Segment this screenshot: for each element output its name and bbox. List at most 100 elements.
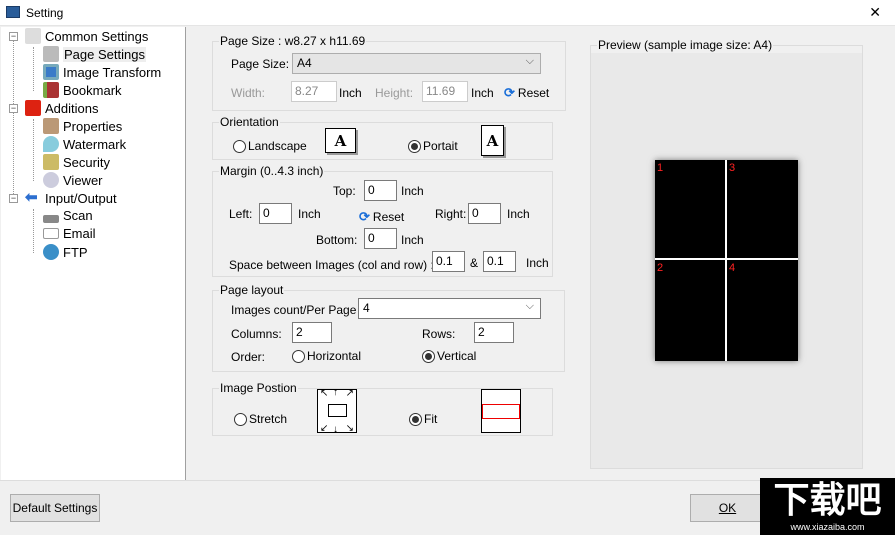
- globe-icon: [43, 244, 59, 260]
- tree-item-properties[interactable]: Properties: [43, 118, 122, 134]
- window-title: Setting: [26, 6, 64, 20]
- tree-item-watermark[interactable]: Watermark: [43, 136, 126, 152]
- rows-input[interactable]: 2: [474, 322, 514, 343]
- watermark-logo: 下载吧 www.xiazaiba.com: [760, 478, 895, 535]
- tree-item-page-settings[interactable]: Page Settings: [43, 46, 146, 62]
- bottom-label: Bottom:: [316, 233, 358, 247]
- page-size-label: Page Size:: [231, 57, 290, 71]
- magnifier-icon: [43, 172, 59, 188]
- stretch-diagram-icon: ↖ ↗ ↙ ↘ ↑ ↓: [317, 387, 357, 435]
- radio-circle: [408, 139, 421, 153]
- left-label: Left:: [229, 207, 253, 221]
- properties-icon: [43, 118, 59, 134]
- unit-label: Inch: [401, 184, 424, 198]
- book-icon: [43, 82, 59, 98]
- space-row-input[interactable]: 0.1: [483, 251, 516, 272]
- selected-value: A4: [297, 56, 312, 70]
- close-button[interactable]: ✕: [869, 4, 881, 21]
- refresh-icon: ⟳: [359, 209, 370, 224]
- page-size-select[interactable]: A4 ⌵: [292, 53, 541, 74]
- tree-item-input-output[interactable]: ⬅ Input/Output: [25, 190, 117, 206]
- margin-top-input[interactable]: 0: [364, 180, 397, 201]
- arrow-left-icon: ⬅: [25, 189, 38, 206]
- image-transform-icon: [43, 64, 59, 80]
- unit-label: Inch: [339, 86, 362, 100]
- group-legend: Page Size : w8.27 x h11.69: [219, 34, 367, 48]
- portrait-radio[interactable]: Portait: [408, 139, 458, 153]
- tree-item-scan[interactable]: Scan: [43, 208, 93, 223]
- chevron-down-icon: ⌵: [525, 300, 534, 312]
- vertical-radio[interactable]: Vertical: [422, 349, 476, 363]
- portrait-page-icon: A: [481, 125, 504, 156]
- group-legend: Preview (sample image size: A4): [597, 38, 774, 52]
- envelope-icon: [43, 228, 59, 239]
- margin-bottom-input[interactable]: 0: [364, 228, 397, 249]
- stretch-radio[interactable]: Stretch: [234, 412, 287, 426]
- lock-icon: [43, 154, 59, 170]
- horizontal-radio[interactable]: Horizontal: [292, 349, 361, 363]
- margin-reset-button[interactable]: ⟳ Reset: [359, 209, 404, 225]
- margin-right-input[interactable]: 0: [468, 203, 501, 224]
- default-settings-button[interactable]: Default Settings: [10, 494, 100, 522]
- tree-item-email[interactable]: Email: [43, 226, 96, 241]
- space-col-input[interactable]: 0.1: [432, 251, 465, 272]
- unit-label: Inch: [298, 207, 321, 221]
- fit-radio[interactable]: Fit: [409, 412, 437, 426]
- height-label: Height:: [375, 86, 414, 100]
- radio-circle: [422, 349, 435, 363]
- tree-item-security[interactable]: Security: [43, 154, 110, 170]
- columns-input[interactable]: 2: [292, 322, 332, 343]
- radio-circle: [233, 139, 246, 153]
- right-label: Right:: [435, 207, 467, 221]
- cell-number: 4: [729, 262, 736, 274]
- tree-item-additions[interactable]: Additions: [25, 100, 98, 116]
- tree-item-image-transform[interactable]: Image Transform: [43, 64, 161, 80]
- top-label: Top:: [333, 184, 356, 198]
- title-bar: Setting ✕: [0, 0, 895, 26]
- group-legend: Image Postion: [219, 381, 298, 395]
- group-legend: Orientation: [219, 115, 280, 129]
- watermark-drop-icon: [43, 136, 59, 152]
- settings-tree: − Common Settings Page Settings Image Tr…: [1, 27, 186, 480]
- rows-label: Rows:: [422, 327, 456, 341]
- images-count-select[interactable]: 4 ⌵: [358, 298, 541, 319]
- collapse-toggle[interactable]: −: [9, 194, 18, 203]
- cell-number: 2: [657, 262, 664, 274]
- tree-item-common-settings[interactable]: Common Settings: [25, 28, 148, 44]
- page-size-reset-button[interactable]: ⟳ Reset: [504, 85, 549, 101]
- unit-label: Inch: [507, 207, 530, 221]
- ampersand: &: [470, 256, 479, 270]
- preview-area: 1 3 2 4: [591, 53, 862, 468]
- tree-item-ftp[interactable]: FTP: [43, 244, 88, 260]
- collapse-toggle[interactable]: −: [9, 32, 18, 41]
- fit-diagram-icon: [481, 389, 521, 433]
- space-label: Space between Images (col and row) :: [229, 258, 434, 272]
- app-icon: [6, 6, 20, 18]
- landscape-page-icon: A: [325, 128, 356, 153]
- landscape-radio[interactable]: Landscape: [233, 139, 307, 153]
- scanner-icon: [43, 214, 59, 223]
- watermark-url: www.xiazaiba.com: [790, 522, 865, 532]
- margin-left-input[interactable]: 0: [259, 203, 292, 224]
- refresh-icon: ⟳: [504, 85, 515, 100]
- columns-label: Columns:: [231, 327, 282, 341]
- settings-icon: [25, 28, 41, 44]
- selected-value: 4: [363, 301, 370, 315]
- collapse-toggle[interactable]: −: [9, 104, 18, 113]
- unit-label: Inch: [526, 256, 549, 270]
- width-input[interactable]: 8.27: [291, 81, 337, 102]
- radio-circle: [292, 349, 305, 363]
- cell-number: 1: [657, 162, 664, 174]
- pdf-icon: [25, 100, 41, 116]
- gear-page-icon: [43, 46, 59, 62]
- images-count-label: Images count/Per Page: [231, 303, 357, 317]
- radio-circle: [409, 412, 422, 426]
- ok-button[interactable]: OK: [690, 494, 765, 522]
- chevron-down-icon: ⌵: [525, 55, 534, 67]
- group-legend: Page layout: [219, 283, 285, 297]
- tree-item-bookmark[interactable]: Bookmark: [43, 82, 122, 98]
- unit-label: Inch: [471, 86, 494, 100]
- height-input[interactable]: 11.69: [422, 81, 468, 102]
- tree-item-viewer[interactable]: Viewer: [43, 172, 103, 188]
- order-label: Order:: [231, 350, 266, 364]
